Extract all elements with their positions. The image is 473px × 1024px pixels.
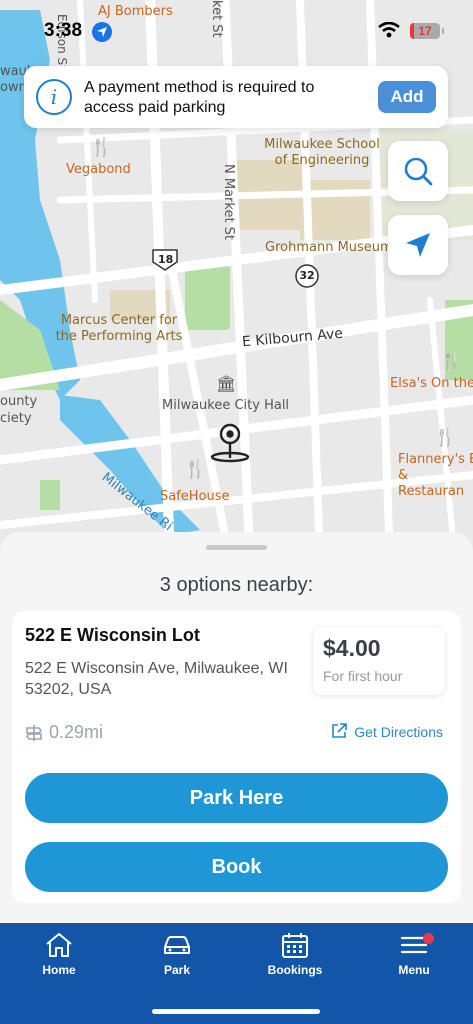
options-title: 3 options nearby: — [159, 574, 314, 596]
bottom-sheet[interactable]: 3 options nearby: 522 E Wisconsin Lot 52… — [0, 532, 473, 924]
sheet-handle[interactable] — [206, 545, 267, 550]
restaurant-icon: 🍴 — [434, 427, 457, 448]
tab-bookings-label: Bookings — [267, 963, 323, 977]
tab-bookings[interactable]: Bookings — [255, 931, 335, 977]
locate-me-button[interactable] — [388, 215, 448, 275]
landmark-icon: 🏛 — [216, 374, 237, 393]
route-18-shield: 18 — [158, 253, 174, 266]
signpost-icon — [25, 725, 43, 741]
restaurant-icon: 🍴 — [440, 351, 463, 372]
distance: 0.29mi — [25, 722, 103, 743]
add-payment-button[interactable]: Add — [378, 81, 436, 113]
map-label-msoe: Milwaukee School of Engineering — [264, 137, 380, 168]
tab-park-label: Park — [163, 963, 191, 977]
parking-option-card[interactable]: 522 E Wisconsin Lot 522 E Wisconsin Ave,… — [12, 611, 461, 903]
price-note: For first hour — [323, 668, 403, 684]
map-label-society: ciety — [0, 411, 32, 426]
map-label-n-market-st: N Market St — [221, 164, 236, 241]
map-label-town: own — [0, 80, 27, 95]
info-icon: i — [36, 79, 72, 115]
car-icon — [164, 936, 190, 954]
map-label-marcus-center: Marcus Center for the Performing Arts — [55, 313, 183, 344]
tab-bar: Home Park Bookings Menu — [0, 923, 473, 1024]
map-label-flannerys: Flannery's B & Restauran — [398, 452, 473, 499]
route-32-shield: 32 — [299, 269, 315, 282]
status-time: 3:38 — [44, 20, 83, 41]
search-button[interactable] — [388, 141, 448, 201]
tab-menu-label: Menu — [398, 963, 430, 977]
tab-home[interactable]: Home — [19, 931, 99, 977]
tab-home-label: Home — [42, 963, 76, 977]
home-icon — [46, 933, 72, 957]
wifi-icon — [378, 22, 400, 38]
tab-park[interactable]: Park — [137, 931, 217, 977]
external-link-icon — [332, 723, 348, 738]
map-label-grohmann: Grohmann Museum — [265, 240, 393, 255]
location-arrow-icon — [92, 22, 112, 42]
tab-menu[interactable]: Menu — [374, 931, 454, 977]
book-button[interactable]: Book — [25, 842, 448, 892]
lot-name: 522 E Wisconsin Lot — [25, 625, 200, 645]
notification-badge — [423, 933, 434, 944]
map-label-city-hall: Milwaukee City Hall — [162, 398, 290, 413]
battery-icon: 17 — [410, 23, 444, 39]
home-indicator — [152, 1009, 320, 1014]
price-box: $4.00 For first hour — [313, 627, 445, 695]
lot-price: $4.00 — [323, 635, 381, 661]
distance-value: 0.29mi — [49, 722, 104, 742]
restaurant-icon: 🍴 — [184, 459, 207, 480]
calendar-icon — [282, 933, 308, 958]
park-here-button[interactable]: Park Here — [25, 773, 448, 823]
status-bar: 3:38 17 — [0, 0, 473, 60]
map-label-elsas: Elsa's On the — [390, 376, 473, 391]
battery-level: 17 — [418, 24, 432, 38]
navigation-arrow-icon — [406, 233, 430, 257]
payment-message: A payment method is required to access p… — [84, 79, 315, 116]
lot-address: 522 E Wisconsin Ave, Milwaukee, WI 53202… — [25, 660, 288, 698]
map-label-county: ounty — [0, 394, 38, 409]
restaurant-icon: 🍴 — [90, 137, 113, 158]
map-label-safehouse: SafeHouse — [160, 489, 230, 504]
get-directions-link[interactable]: Get Directions — [332, 723, 443, 740]
map-label-vegabond: Vegabond — [66, 162, 131, 177]
payment-banner: i A payment method is required to access… — [24, 66, 448, 128]
get-directions-label: Get Directions — [354, 724, 443, 740]
search-icon — [404, 157, 433, 186]
